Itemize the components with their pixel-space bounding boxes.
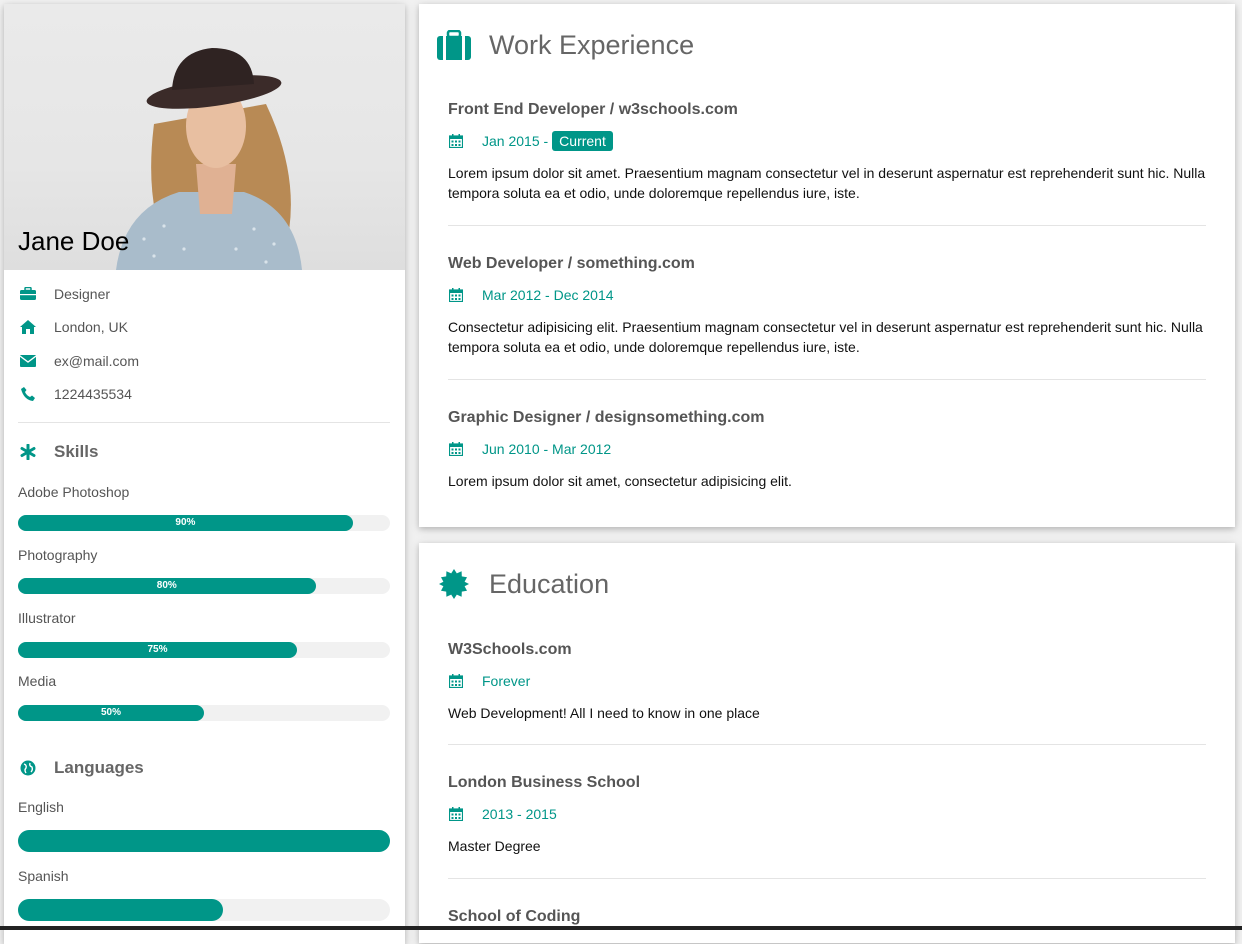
education-entry-date: Forever xyxy=(448,671,1206,691)
home-icon xyxy=(18,319,38,335)
skill-bar-fill: 90% xyxy=(18,515,353,531)
skill-label: Illustrator xyxy=(18,610,76,626)
work-experience-title: Work Experience xyxy=(489,29,695,60)
work-experience-heading: Work Experience xyxy=(437,28,694,62)
skill-label: Adobe Photoshop xyxy=(18,484,130,500)
skill-label: Media xyxy=(18,673,57,689)
education-entry-date-text: Forever xyxy=(482,673,531,689)
language-bar xyxy=(18,830,390,852)
language-bar-fill xyxy=(18,899,223,921)
skill-bar: 90% xyxy=(18,515,390,531)
calendar-icon xyxy=(448,441,464,457)
certificate-icon xyxy=(437,567,471,601)
languages-title: Languages xyxy=(54,758,144,777)
profile-divider xyxy=(18,422,390,423)
work-entry-date-text: Jun 2010 - Mar 2012 xyxy=(482,441,612,457)
education-entry-desc: Web Development! All I need to know in o… xyxy=(448,705,760,721)
skills-heading: Skills xyxy=(18,442,98,462)
education-entry: School of Coding xyxy=(448,906,1206,928)
entry-divider xyxy=(448,379,1206,380)
entry-divider xyxy=(448,225,1206,226)
work-entry: Front End Developer / w3schools.com Jan … xyxy=(448,99,1206,203)
info-email-text[interactable]: ex@mail.com xyxy=(54,353,139,369)
phone-icon xyxy=(18,386,38,402)
education-entry-desc: Master Degree xyxy=(448,838,541,854)
education-entry: W3Schools.com Forever Web Development! A… xyxy=(448,639,1206,723)
languages-heading: Languages xyxy=(18,758,144,778)
profile-photo: Jane Doe xyxy=(4,4,405,270)
info-phone-text: 1224435534 xyxy=(54,386,132,402)
skill-bar-fill: 75% xyxy=(18,642,297,658)
language-bar-fill xyxy=(18,830,390,852)
work-entry-date-text: Jan 2015 - xyxy=(482,133,549,149)
skills-title: Skills xyxy=(54,442,99,461)
work-entry-desc: Lorem ipsum dolor sit amet. Praesentium … xyxy=(448,165,1206,201)
education-entry-title: School of Coding xyxy=(448,908,581,925)
current-badge: Current xyxy=(552,131,613,151)
skill-bar-fill: 80% xyxy=(18,578,316,594)
info-job-text: Designer xyxy=(54,286,111,302)
education-entry-date: 2013 - 2015 xyxy=(448,804,1206,824)
skill-bar: 75% xyxy=(18,642,390,658)
work-entry-date: Mar 2012 - Dec 2014 xyxy=(448,285,1206,305)
education-card: Education W3Schools.com Forever Web Deve… xyxy=(419,543,1235,943)
info-job: Designer xyxy=(18,284,110,304)
profile-card: Jane Doe Designer London, UK ex@mail.com… xyxy=(4,4,405,944)
skill-bar-fill: 50% xyxy=(18,705,204,721)
info-location: London, UK xyxy=(18,317,128,337)
language-label: English xyxy=(18,799,64,815)
work-entry-title: Front End Developer / w3schools.com xyxy=(448,101,738,118)
work-entry-date-text: Mar 2012 - Dec 2014 xyxy=(482,287,614,303)
education-heading: Education xyxy=(437,567,609,601)
asterisk-icon xyxy=(18,443,38,461)
education-entry-title: London Business School xyxy=(448,774,641,791)
work-entry-title: Web Developer / something.com xyxy=(448,255,695,272)
education-entry-date-text: 2013 - 2015 xyxy=(482,806,557,822)
info-location-text: London, UK xyxy=(54,319,128,335)
education-entry: London Business School 2013 - 2015 Maste… xyxy=(448,772,1206,856)
language-label: Spanish xyxy=(18,868,69,884)
entry-divider xyxy=(448,878,1206,879)
work-entry-desc: Lorem ipsum dolor sit amet, consectetur … xyxy=(448,473,792,489)
work-entry-date: Jun 2010 - Mar 2012 xyxy=(448,439,1206,459)
education-title: Education xyxy=(489,568,610,599)
work-entry-date: Jan 2015 - Current xyxy=(448,131,1206,151)
work-entry-title: Graphic Designer / designsomething.com xyxy=(448,409,765,426)
work-entry: Web Developer / something.com Mar 2012 -… xyxy=(448,253,1206,357)
education-entry-title: W3Schools.com xyxy=(448,641,572,658)
skill-bar: 80% xyxy=(18,578,390,594)
calendar-icon xyxy=(448,673,464,689)
briefcase-icon xyxy=(18,286,38,302)
entry-divider xyxy=(448,744,1206,745)
profile-name: Jane Doe xyxy=(18,226,130,256)
skill-label: Photography xyxy=(18,547,98,563)
calendar-icon xyxy=(448,287,464,303)
work-entry-desc: Consectetur adipisicing elit. Praesentiu… xyxy=(448,319,1203,355)
calendar-icon xyxy=(448,806,464,822)
info-phone: 1224435534 xyxy=(18,384,132,404)
globe-icon xyxy=(18,759,38,777)
language-bar xyxy=(18,899,390,921)
window-bottom-edge xyxy=(0,926,1242,930)
suitcase-icon xyxy=(437,28,471,62)
work-experience-card: Work Experience Front End Developer / w3… xyxy=(419,4,1235,527)
envelope-icon xyxy=(18,353,38,369)
skill-bar: 50% xyxy=(18,705,390,721)
calendar-icon xyxy=(448,133,464,149)
work-entry: Graphic Designer / designsomething.com J… xyxy=(448,407,1206,491)
info-email: ex@mail.com xyxy=(18,351,139,371)
